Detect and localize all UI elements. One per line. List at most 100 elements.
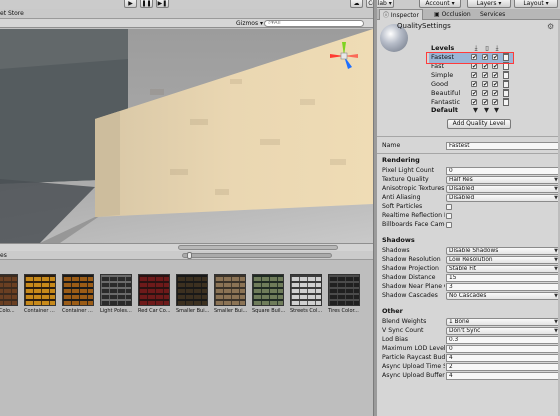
shadow-near-plane-field[interactable]: 3 <box>446 283 560 291</box>
blend-weights-label: Blend Weights <box>382 318 427 325</box>
shadow-projection-dropdown[interactable]: Stable Fit ▼ <box>446 265 560 273</box>
asset-label: Streets Col... <box>290 308 323 314</box>
shadow-resolution-label: Shadow Resolution <box>382 256 441 263</box>
texture-thumbnail <box>138 274 170 306</box>
quality-level-row[interactable]: Good ✔ ✔ ✔ <box>429 80 511 89</box>
tab-services[interactable]: Services <box>477 9 508 20</box>
anisotropic-dropdown[interactable]: Disabled ▼ <box>446 185 560 193</box>
platform-checkbox[interactable]: ✔ <box>492 90 498 97</box>
scene-scrollbar[interactable] <box>0 243 373 251</box>
gizmos-dropdown[interactable]: Gizmos ▾ <box>236 19 263 28</box>
texture-pattern <box>25 275 55 305</box>
tab-occlusion[interactable]: ▣ Occlusion <box>431 9 474 20</box>
scroll-thumb[interactable] <box>178 245 338 250</box>
texture-thumbnail <box>176 274 208 306</box>
realtime-reflection-checkbox[interactable] <box>446 213 452 219</box>
shadow-cascades-dropdown[interactable]: No Cascades ▼ <box>446 292 560 300</box>
platform-checkbox[interactable]: ✔ <box>482 81 488 88</box>
anti-aliasing-dropdown[interactable]: Disabled ▼ <box>446 194 560 202</box>
platform-checkbox[interactable]: ✔ <box>471 90 477 97</box>
asset-item[interactable]: Light Poles... <box>100 274 134 315</box>
download-icon: ⤓ <box>495 44 499 52</box>
texture-quality-dropdown[interactable]: Half Res ▼ <box>446 176 560 184</box>
asset-label: Square Buil... <box>252 308 286 314</box>
collab-button[interactable]: Collab ▾ <box>366 0 394 8</box>
asset-item[interactable]: Square Buil... <box>252 274 286 315</box>
quality-level-name: Simple <box>431 71 454 79</box>
platform-checkbox[interactable]: ✔ <box>492 72 498 79</box>
shadow-resolution-value: Low Resolution <box>449 257 493 263</box>
asset-item[interactable]: Container ... <box>24 274 58 315</box>
account-dropdown[interactable]: Account ▾ <box>419 0 461 8</box>
scene-search-input[interactable]: ⌕▾All <box>264 20 364 27</box>
add-quality-level-button[interactable]: Add Quality Level <box>447 119 511 129</box>
quality-level-row[interactable]: Simple ✔ ✔ ✔ <box>429 71 511 80</box>
trash-icon[interactable] <box>503 98 509 106</box>
texture-thumbnail <box>214 274 246 306</box>
orientation-gizmo-icon[interactable] <box>328 41 360 71</box>
platform-checkbox[interactable]: ✔ <box>471 81 477 88</box>
max-lod-field[interactable]: 0 <box>446 345 560 353</box>
play-button[interactable]: ▶ <box>124 0 137 8</box>
soft-particles-checkbox[interactable] <box>446 204 452 210</box>
quality-level-name: Good <box>431 80 449 88</box>
layout-dropdown[interactable]: Layout ▾ <box>514 0 558 8</box>
trash-icon[interactable] <box>503 71 509 79</box>
async-upload-buffer-field[interactable]: 4 <box>446 372 560 380</box>
pause-button[interactable]: ❚❚ <box>140 0 153 8</box>
shadow-distance-field[interactable]: 15 <box>446 274 560 282</box>
platform-checkbox[interactable]: ✔ <box>471 99 477 106</box>
asset-item[interactable]: Streets Col... <box>290 274 324 315</box>
asset-item[interactable]: Container ... <box>62 274 96 315</box>
async-upload-time-field[interactable]: 2 <box>446 363 560 371</box>
asset-item[interactable]: Tires Color... <box>328 274 362 315</box>
scene-viewport[interactable] <box>0 29 373 243</box>
trash-icon[interactable] <box>503 80 509 88</box>
step-button[interactable]: ▶❚ <box>156 0 169 8</box>
shadows-section-title: Shadows <box>382 236 415 244</box>
billboards-checkbox[interactable] <box>446 222 452 228</box>
asset-label: Light Poles... <box>100 308 132 314</box>
inspector-panel: QualitySettings ⚙ Levels ⤓ ▯ ⤓ Fastest ✔ ✔… <box>377 20 560 416</box>
platform-checkbox[interactable]: ✔ <box>471 72 477 79</box>
scene-render <box>0 29 373 243</box>
platform-checkbox[interactable]: ✔ <box>482 72 488 79</box>
trash-icon[interactable] <box>503 89 509 97</box>
tab-asset-store[interactable]: et Store <box>0 9 24 19</box>
asset-item[interactable]: Smaller Bui... <box>176 274 210 315</box>
platform-checkbox[interactable]: ✔ <box>482 90 488 97</box>
quality-level-row[interactable]: Beautiful ✔ ✔ ✔ <box>429 89 511 98</box>
particle-raycast-row: Particle Raycast Budg 4 <box>381 354 560 362</box>
pixel-light-count-field[interactable]: 0 <box>446 167 560 175</box>
blend-weights-dropdown[interactable]: 1 Bone ▼ <box>446 318 560 326</box>
shadow-resolution-dropdown[interactable]: Low Resolution ▼ <box>446 256 560 264</box>
name-field[interactable]: Fastest <box>446 142 560 150</box>
scene-toolbar: Gizmos ▾ ⌕▾All <box>0 19 373 28</box>
default-arrow-icon[interactable]: ▼ <box>494 106 499 115</box>
layers-dropdown[interactable]: Layers ▾ <box>467 0 511 8</box>
platform-checkbox[interactable]: ✔ <box>482 99 488 106</box>
shadow-near-plane-row: Shadow Near Plane O 3 <box>381 283 560 291</box>
particle-raycast-field[interactable]: 4 <box>446 354 560 362</box>
texture-pattern <box>329 275 359 305</box>
default-row: Default ▼ ▼ ▼ <box>429 106 511 115</box>
asset-item[interactable]: Tiles Colo... <box>0 274 20 315</box>
platform-checkbox[interactable]: ✔ <box>492 99 498 106</box>
pixel-light-count-row: Pixel Light Count 0 <box>381 167 560 175</box>
tab-inspector[interactable]: ⓘ Inspector <box>379 9 423 20</box>
collab-icon-button[interactable]: ☁ <box>350 0 363 8</box>
shadows-dropdown[interactable]: Disable Shadows ▼ <box>446 247 560 255</box>
thumbnail-size-slider[interactable] <box>182 252 332 259</box>
slider-knob[interactable] <box>187 252 192 259</box>
gear-icon[interactable]: ⚙ <box>547 22 557 31</box>
default-arrow-icon[interactable]: ▼ <box>473 106 478 115</box>
asset-label: Tires Color... <box>328 308 359 314</box>
platform-checkbox[interactable]: ✔ <box>492 81 498 88</box>
vsync-dropdown[interactable]: Don't Sync ▼ <box>446 327 560 335</box>
asset-item[interactable]: Smaller Bui... <box>214 274 248 315</box>
project-breadcrumb: es <box>0 252 7 259</box>
lod-bias-field[interactable]: 0.3 <box>446 336 560 344</box>
asset-item[interactable]: Red Car Co... <box>138 274 172 315</box>
scene-tab-row: et Store <box>0 9 373 19</box>
default-arrow-icon[interactable]: ▼ <box>484 106 489 115</box>
